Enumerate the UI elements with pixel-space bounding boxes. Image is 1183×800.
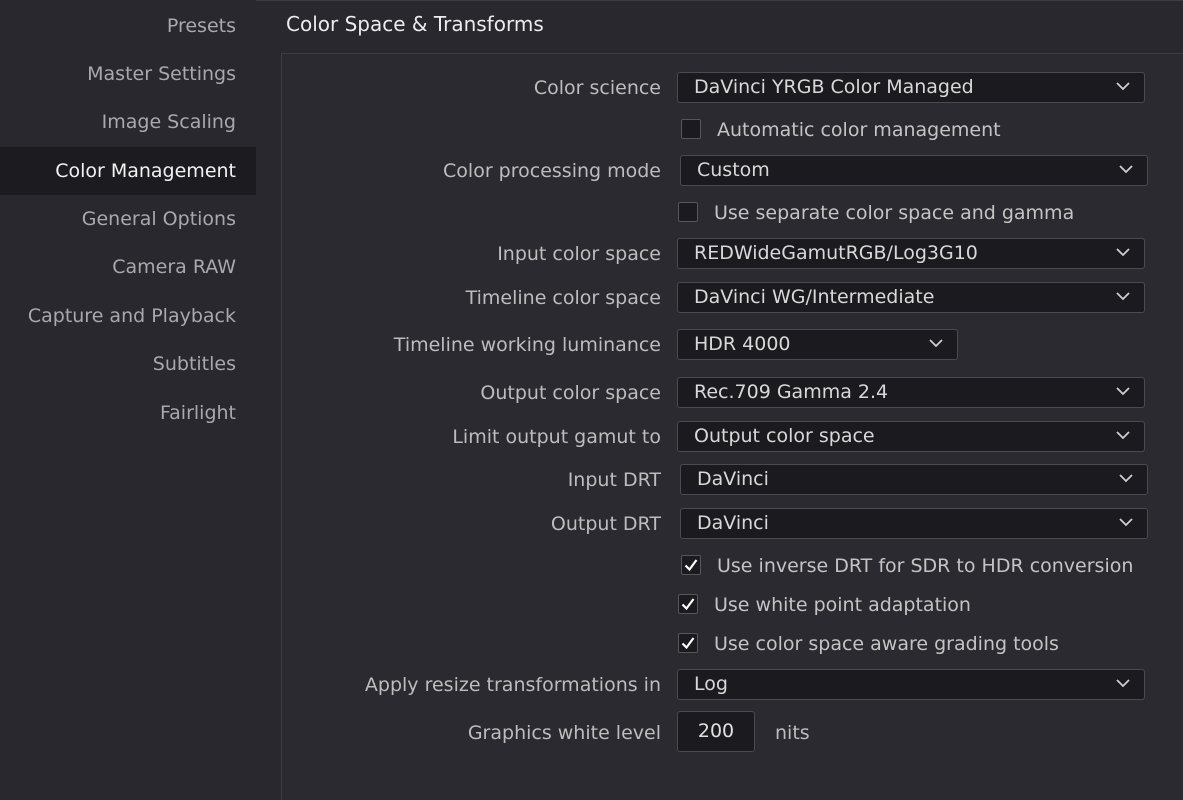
input-drt-value: DaVinci [697, 468, 769, 490]
timeline-color-space-label: Timeline color space [465, 287, 661, 309]
graphics-white-level-unit: nits [775, 722, 810, 744]
separate-color-space-gamma-label: Use separate color space and gamma [714, 202, 1075, 224]
input-color-space-label: Input color space [497, 243, 661, 265]
color-science-dropdown[interactable]: DaVinci YRGB Color Managed [677, 72, 1145, 103]
limit-output-gamut-value: Output color space [694, 425, 875, 447]
checkmark-icon [681, 598, 695, 611]
sidebar-item-master-settings[interactable]: Master Settings [0, 50, 256, 98]
output-color-space-dropdown[interactable]: Rec.709 Gamma 2.4 [677, 377, 1145, 408]
section-title: Color Space & Transforms [286, 12, 544, 36]
graphics-white-level-label: Graphics white level [467, 722, 661, 744]
chevron-down-icon [1116, 386, 1130, 396]
timeline-working-luminance-value: HDR 4000 [694, 333, 791, 355]
white-point-adaptation-checkbox[interactable] [678, 594, 698, 614]
apply-resize-value: Log [694, 673, 728, 695]
header-divider [256, 0, 1183, 1]
sidebar-item-capture-and-playback[interactable]: Capture and Playback [0, 292, 256, 340]
chevron-down-icon [1116, 678, 1130, 688]
chevron-down-icon [1116, 291, 1130, 301]
checkmark-icon [681, 637, 695, 650]
apply-resize-dropdown[interactable]: Log [677, 669, 1145, 700]
timeline-working-luminance-label: Timeline working luminance [393, 334, 661, 356]
chevron-down-icon [929, 338, 943, 348]
chevron-down-icon [1119, 517, 1133, 527]
limit-output-gamut-dropdown[interactable]: Output color space [677, 421, 1145, 452]
input-drt-dropdown[interactable]: DaVinci [680, 464, 1148, 495]
limit-output-gamut-label: Limit output gamut to [452, 426, 661, 448]
color-processing-mode-dropdown[interactable]: Custom [680, 155, 1148, 186]
chevron-down-icon [1119, 473, 1133, 483]
white-point-adaptation-label: Use white point adaptation [714, 594, 971, 616]
separate-color-space-gamma-checkbox[interactable] [678, 202, 698, 222]
input-color-space-dropdown[interactable]: REDWideGamutRGB/Log3G10 [677, 238, 1145, 269]
chevron-down-icon [1119, 164, 1133, 174]
timeline-color-space-dropdown[interactable]: DaVinci WG/Intermediate [677, 282, 1145, 313]
auto-color-management-checkbox[interactable] [681, 119, 701, 139]
auto-color-management-label: Automatic color management [717, 119, 1001, 141]
inverse-drt-label: Use inverse DRT for SDR to HDR conversio… [717, 555, 1134, 577]
output-drt-value: DaVinci [697, 512, 769, 534]
output-drt-label: Output DRT [550, 513, 661, 535]
chevron-down-icon [1116, 247, 1130, 257]
sidebar-item-presets[interactable]: Presets [0, 2, 256, 50]
sidebar-item-color-management[interactable]: Color Management [0, 147, 256, 195]
sidebar-item-camera-raw[interactable]: Camera RAW [0, 243, 256, 291]
settings-sidebar: Presets Master Settings Image Scaling Co… [0, 0, 256, 800]
sidebar-item-subtitles[interactable]: Subtitles [0, 340, 256, 388]
chevron-down-icon [1116, 81, 1130, 91]
output-color-space-label: Output color space [480, 382, 661, 404]
inverse-drt-checkbox[interactable] [681, 555, 701, 575]
color-processing-mode-value: Custom [697, 159, 770, 181]
timeline-working-luminance-dropdown[interactable]: HDR 4000 [677, 329, 958, 360]
chevron-down-icon [1116, 430, 1130, 440]
output-drt-dropdown[interactable]: DaVinci [680, 508, 1148, 539]
project-settings-window: Presets Master Settings Image Scaling Co… [0, 0, 1183, 800]
color-space-aware-grading-checkbox[interactable] [678, 633, 698, 653]
output-color-space-value: Rec.709 Gamma 2.4 [694, 381, 889, 403]
color-science-value: DaVinci YRGB Color Managed [694, 76, 974, 98]
sidebar-item-general-options[interactable]: General Options [0, 195, 256, 243]
graphics-white-level-input[interactable]: 200 [677, 711, 755, 752]
input-drt-label: Input DRT [567, 469, 661, 491]
timeline-color-space-value: DaVinci WG/Intermediate [694, 286, 935, 308]
color-processing-mode-label: Color processing mode [443, 160, 661, 182]
sidebar-item-fairlight[interactable]: Fairlight [0, 389, 256, 437]
apply-resize-label: Apply resize transformations in [364, 674, 661, 696]
checkmark-icon [684, 559, 698, 572]
color-space-aware-grading-label: Use color space aware grading tools [714, 633, 1059, 655]
sidebar-item-image-scaling[interactable]: Image Scaling [0, 98, 256, 146]
input-color-space-value: REDWideGamutRGB/Log3G10 [694, 242, 978, 264]
color-science-label: Color science [533, 77, 661, 99]
